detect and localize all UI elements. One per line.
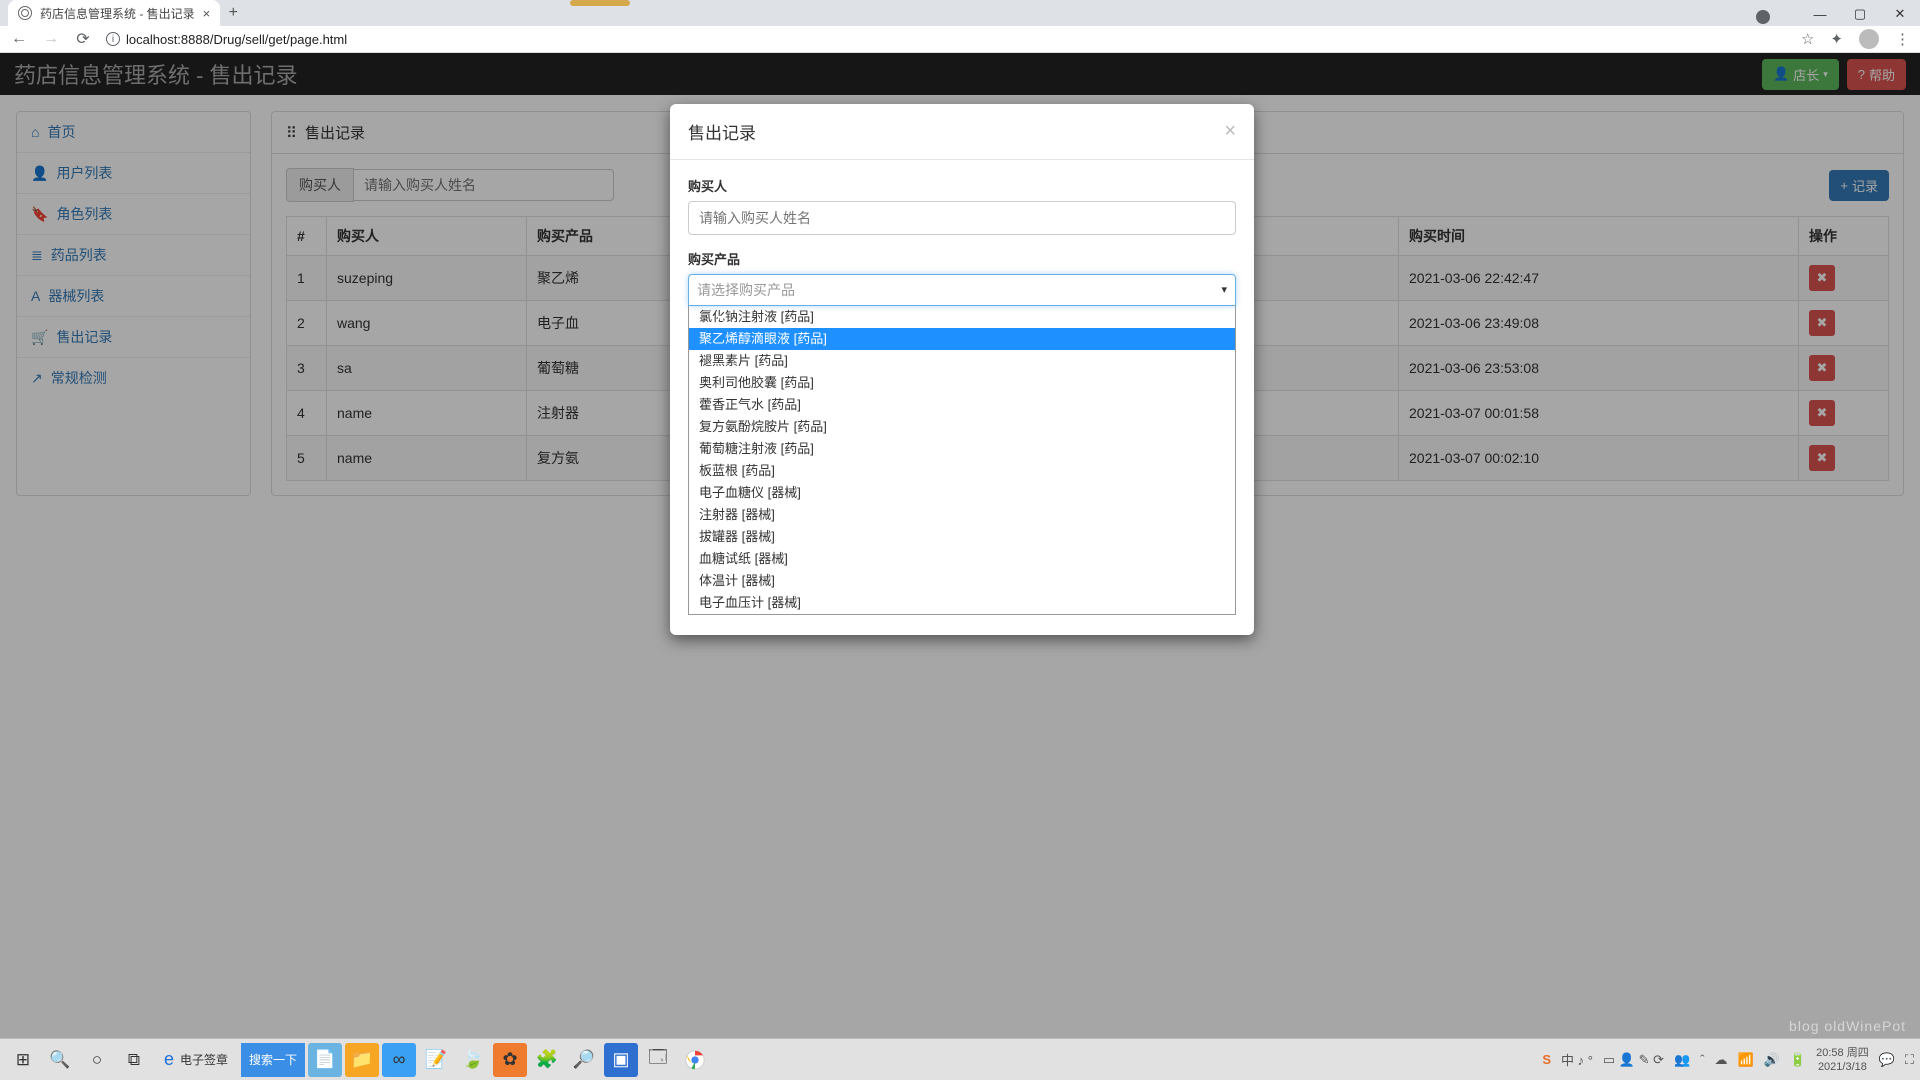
tray-icons[interactable]: ▭ 👤 ✎ ⟳ [1603,1052,1664,1068]
ime-icon[interactable]: 中 ♪ ° [1561,1050,1593,1069]
product-option[interactable]: 体温计 [器械] [689,570,1235,592]
app-icon-2[interactable]: ∞ [382,1043,416,1077]
profile-dot-icon [1756,10,1770,24]
close-modal-icon[interactable]: × [1224,120,1236,143]
extensions-icon[interactable]: ✦ [1830,30,1843,48]
taskview-icon[interactable]: ⧉ [117,1043,151,1077]
chrome-icon[interactable] [678,1043,712,1077]
battery-icon[interactable]: 🔋 [1790,1052,1806,1068]
product-option[interactable]: 褪黑素片 [药品] [689,350,1235,372]
fullscreen-icon[interactable]: ⛶ [1905,1052,1914,1068]
modal-title: 售出记录 [688,119,756,144]
url-text: localhost:8888/Drug/sell/get/page.html [126,32,347,47]
cortana-icon[interactable]: ○ [80,1043,114,1077]
buyer-name-input[interactable] [688,201,1236,235]
volume-icon[interactable]: 🔊 [1764,1052,1780,1068]
app-icon-7[interactable]: 🗔 [641,1043,675,1077]
taskbar-clock[interactable]: 20:58 周四 2021/3/18 [1816,1046,1869,1074]
back-icon[interactable]: ← [10,30,28,48]
new-tab-button[interactable]: + [220,0,246,26]
product-option[interactable]: 聚乙烯醇滴眼液 [药品] [689,328,1235,350]
app-icon-6[interactable]: ▣ [604,1043,638,1077]
product-option[interactable]: 复方氨酚烷胺片 [药品] [689,416,1235,438]
tab-title: 药店信息管理系统 - 售出记录 [40,5,195,22]
browser-tab[interactable]: 药店信息管理系统 - 售出记录 × [8,0,220,26]
site-info-icon[interactable]: i [106,32,120,46]
menu-icon[interactable]: ⋮ [1895,30,1910,48]
product-option[interactable]: 血糖试纸 [器械] [689,548,1235,570]
app-icon-4[interactable]: 🧩 [530,1043,564,1077]
chevron-up-icon[interactable]: ˆ [1700,1052,1704,1067]
close-window-icon[interactable]: ✕ [1880,0,1920,28]
product-options-list: 氯化钠注射液 [药品]聚乙烯醇滴眼液 [药品]褪黑素片 [药品]奥利司他胶囊 [… [688,306,1236,615]
product-option[interactable]: 电子血压计 [器械] [689,592,1235,614]
notifications-icon[interactable]: 💬 [1879,1052,1895,1068]
product-option[interactable]: 葡萄糖注射液 [药品] [689,438,1235,460]
star-icon[interactable]: ☆ [1801,30,1814,48]
reload-icon[interactable]: ⟳ [74,29,92,49]
search-icon[interactable]: 🔍 [43,1043,77,1077]
start-icon[interactable]: ⊞ [6,1043,40,1077]
maximize-icon[interactable]: ▢ [1840,0,1880,28]
notepad-icon[interactable]: 📝 [419,1043,453,1077]
onedrive-icon[interactable]: ☁ [1715,1052,1728,1068]
watermark-text: blog oldWinePot [1789,1018,1906,1034]
product-option[interactable]: 奥利司他胶囊 [药品] [689,372,1235,394]
product-select[interactable]: 请选择购买产品 ▾ [688,274,1236,306]
people-icon[interactable]: 👥 [1674,1052,1690,1068]
chevron-down-icon: ▾ [1221,283,1227,296]
explorer-icon[interactable]: 📁 [345,1043,379,1077]
product-option[interactable]: 藿香正气水 [药品] [689,394,1235,416]
globe-icon [18,6,32,20]
product-option[interactable]: 氯化钠注射液 [药品] [689,306,1235,328]
product-option[interactable]: 电子血糖仪 [器械] [689,482,1235,504]
app-icon-3[interactable]: ✿ [493,1043,527,1077]
ie-app[interactable]: e 电子签章 [154,1043,238,1077]
buyer-field-label: 购买人 [688,176,1236,195]
product-field-label: 购买产品 [688,249,1236,268]
minimize-icon[interactable]: — [1800,0,1840,28]
app-icon-1[interactable]: 📄 [308,1043,342,1077]
address-bar[interactable]: i localhost:8888/Drug/sell/get/page.html [106,32,1787,47]
spring-icon[interactable]: 🍃 [456,1043,490,1077]
wifi-icon[interactable]: 📶 [1738,1052,1754,1068]
profile-avatar-icon[interactable] [1859,29,1879,49]
product-option[interactable]: 拔罐器 [器械] [689,526,1235,548]
app-icon-5[interactable]: 🔎 [567,1043,601,1077]
close-tab-icon[interactable]: × [203,6,211,21]
sogou-search[interactable]: 搜索一下 [241,1043,305,1077]
sell-record-modal: 售出记录 × 购买人 购买产品 请选择购买产品 ▾ 氯化钠注射液 [药品]聚乙烯… [670,104,1254,635]
windows-taskbar: ⊞ 🔍 ○ ⧉ e 电子签章 搜索一下 📄 📁 ∞ 📝 🍃 ✿ 🧩 🔎 ▣ 🗔 … [0,1038,1920,1080]
sogou-s-icon[interactable]: S [1542,1052,1551,1067]
product-option[interactable]: 板蓝根 [药品] [689,460,1235,482]
product-option[interactable]: 注射器 [器械] [689,504,1235,526]
browser-chrome: — ▢ ✕ 药店信息管理系统 - 售出记录 × + ← → ⟳ i localh… [0,0,1920,53]
forward-icon[interactable]: → [42,30,60,48]
select-placeholder: 请选择购买产品 [697,280,795,300]
window-controls: — ▢ ✕ [1800,0,1920,28]
ie-icon: e [164,1049,174,1070]
accent-pill [570,0,630,6]
